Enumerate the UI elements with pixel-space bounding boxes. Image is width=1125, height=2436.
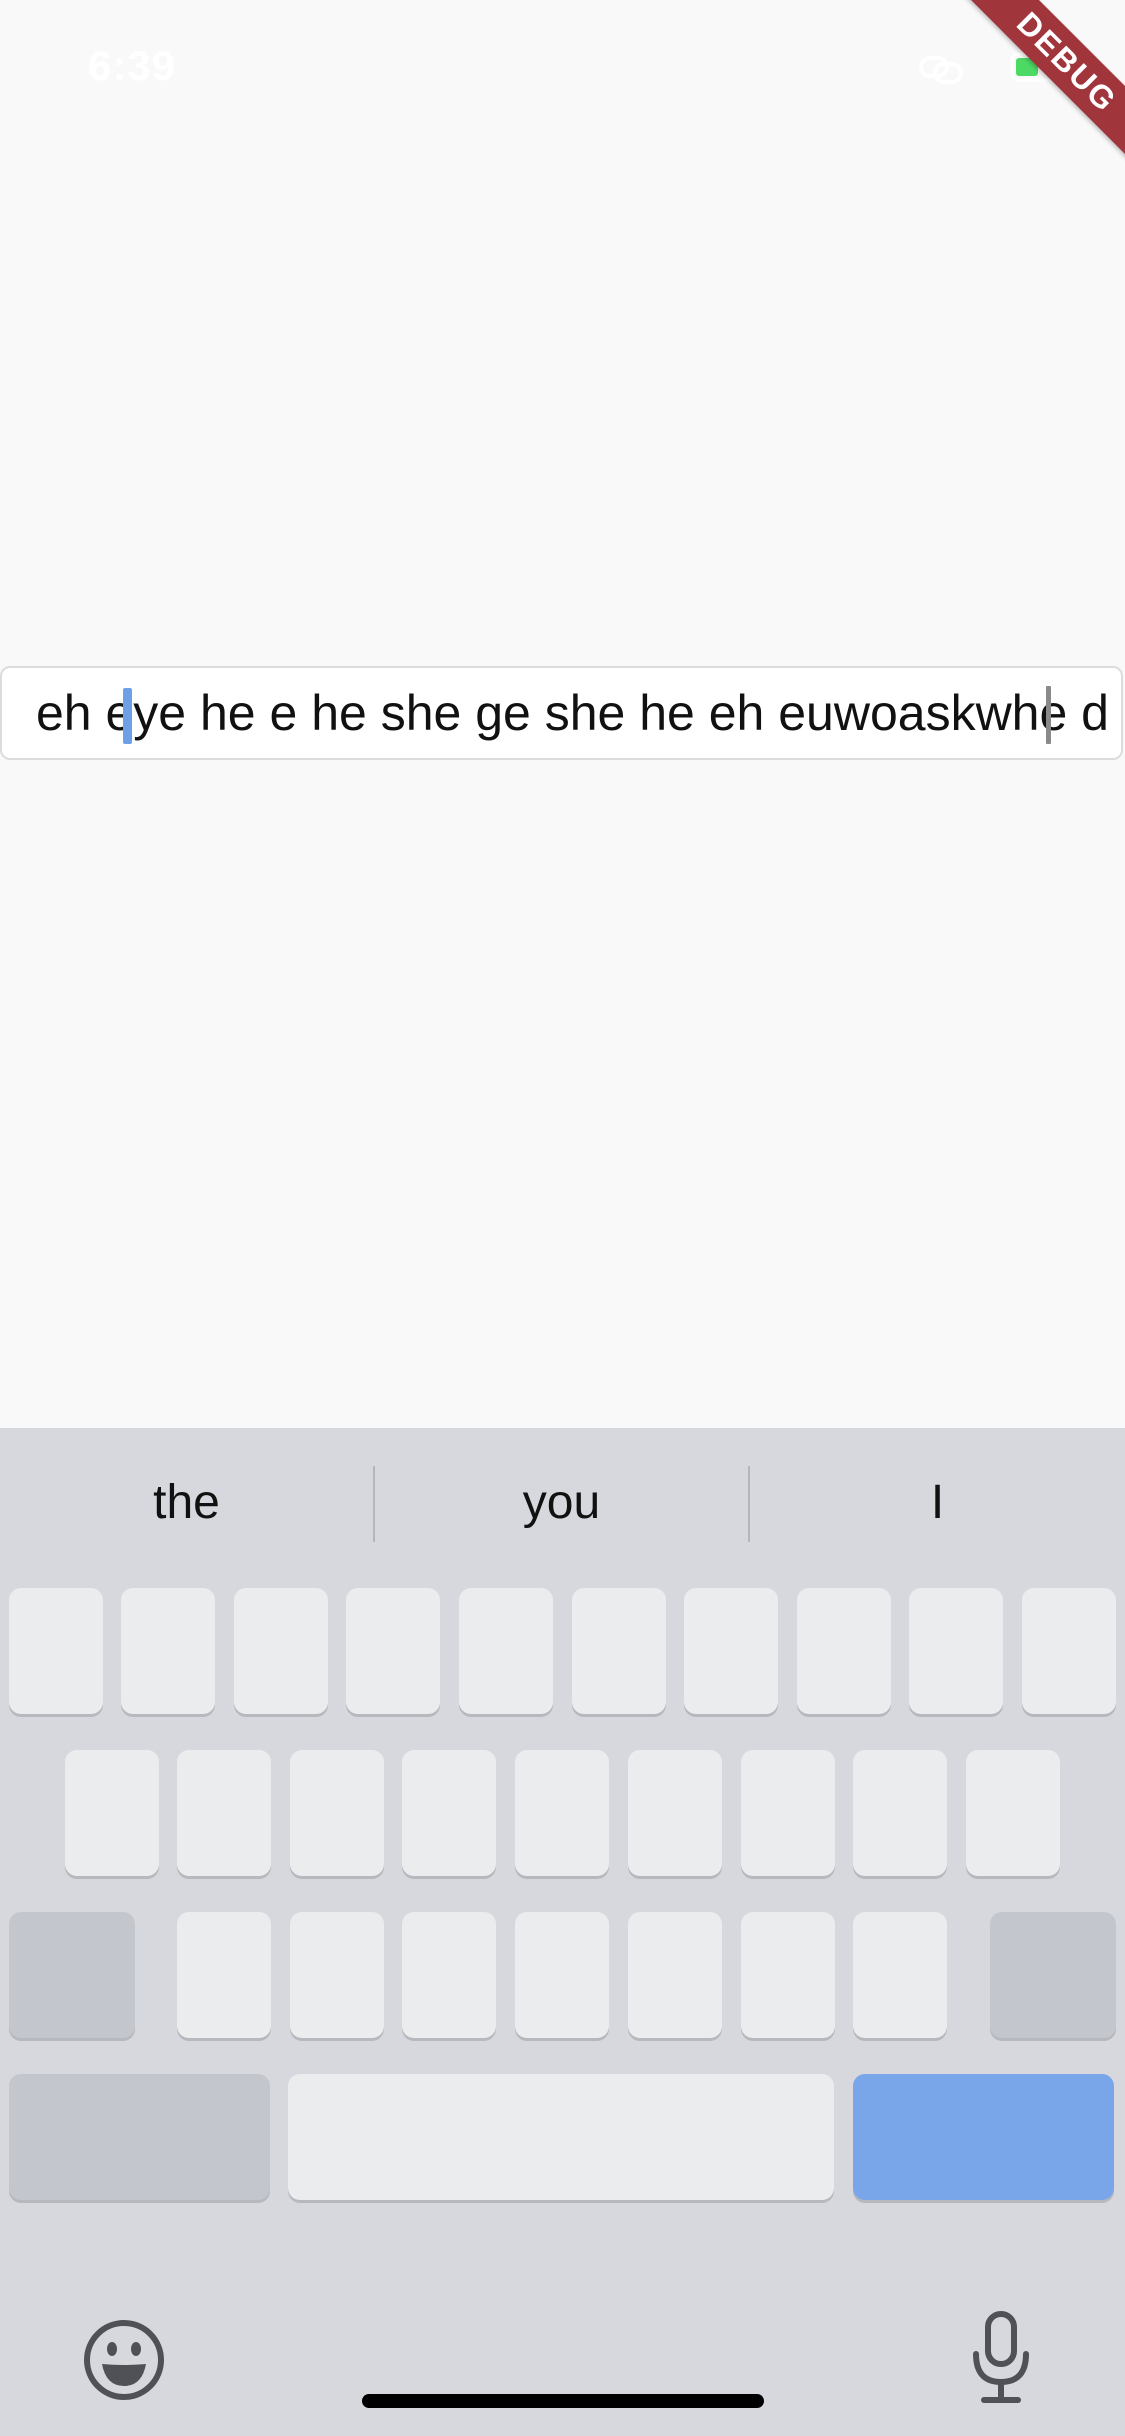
key[interactable]	[628, 1912, 722, 2038]
return-key[interactable]	[853, 2074, 1114, 2200]
key[interactable]	[290, 1912, 384, 2038]
predictive-text-bar: the you I	[0, 1428, 1125, 1578]
key[interactable]	[572, 1588, 666, 1714]
prediction-item[interactable]: the	[0, 1428, 373, 1578]
emoji-icon[interactable]	[82, 2318, 166, 2402]
key[interactable]	[684, 1588, 778, 1714]
battery-icon	[1010, 52, 1066, 82]
key[interactable]	[853, 1912, 947, 2038]
keyboard: the you I	[0, 1428, 1125, 2436]
text-field-value: eh eye he e he she ge she he eh euwoaskw…	[35, 685, 1109, 741]
text-field-content: eh eye he e he she ge she he eh euwoaskw…	[12, 668, 1109, 758]
key[interactable]	[65, 1750, 159, 1876]
debug-banner: DEBUG	[925, 0, 1125, 200]
text-input-field[interactable]: eh eye he e he she ge she he eh euwoaskw…	[0, 666, 1123, 760]
home-indicator[interactable]	[362, 2394, 764, 2408]
key[interactable]	[402, 1912, 496, 2038]
key[interactable]	[628, 1750, 722, 1876]
key[interactable]	[402, 1750, 496, 1876]
prediction-item[interactable]: you	[375, 1428, 748, 1578]
key[interactable]	[515, 1750, 609, 1876]
key[interactable]	[9, 1588, 103, 1714]
microphone-icon[interactable]	[966, 2308, 1036, 2408]
key[interactable]	[797, 1588, 891, 1714]
key[interactable]	[177, 1750, 271, 1876]
debug-banner-label: DEBUG	[943, 0, 1125, 186]
key[interactable]	[290, 1750, 384, 1876]
key[interactable]	[515, 1912, 609, 2038]
selection-handle-start[interactable]	[123, 688, 132, 744]
key[interactable]	[234, 1588, 328, 1714]
prediction-item[interactable]: I	[750, 1428, 1125, 1578]
numbers-key[interactable]	[9, 2074, 270, 2200]
key[interactable]	[121, 1588, 215, 1714]
key[interactable]	[177, 1912, 271, 2038]
status-time: 6:39	[88, 42, 177, 89]
key[interactable]	[459, 1588, 553, 1714]
key[interactable]	[853, 1750, 947, 1876]
key[interactable]	[346, 1588, 440, 1714]
key[interactable]	[741, 1750, 835, 1876]
space-key[interactable]	[288, 2074, 834, 2200]
delete-key[interactable]	[990, 1912, 1116, 2038]
key[interactable]	[741, 1912, 835, 2038]
key[interactable]	[909, 1588, 1003, 1714]
key[interactable]	[966, 1750, 1060, 1876]
shift-key[interactable]	[9, 1912, 135, 2038]
text-cursor	[1046, 686, 1051, 744]
key[interactable]	[1022, 1588, 1116, 1714]
